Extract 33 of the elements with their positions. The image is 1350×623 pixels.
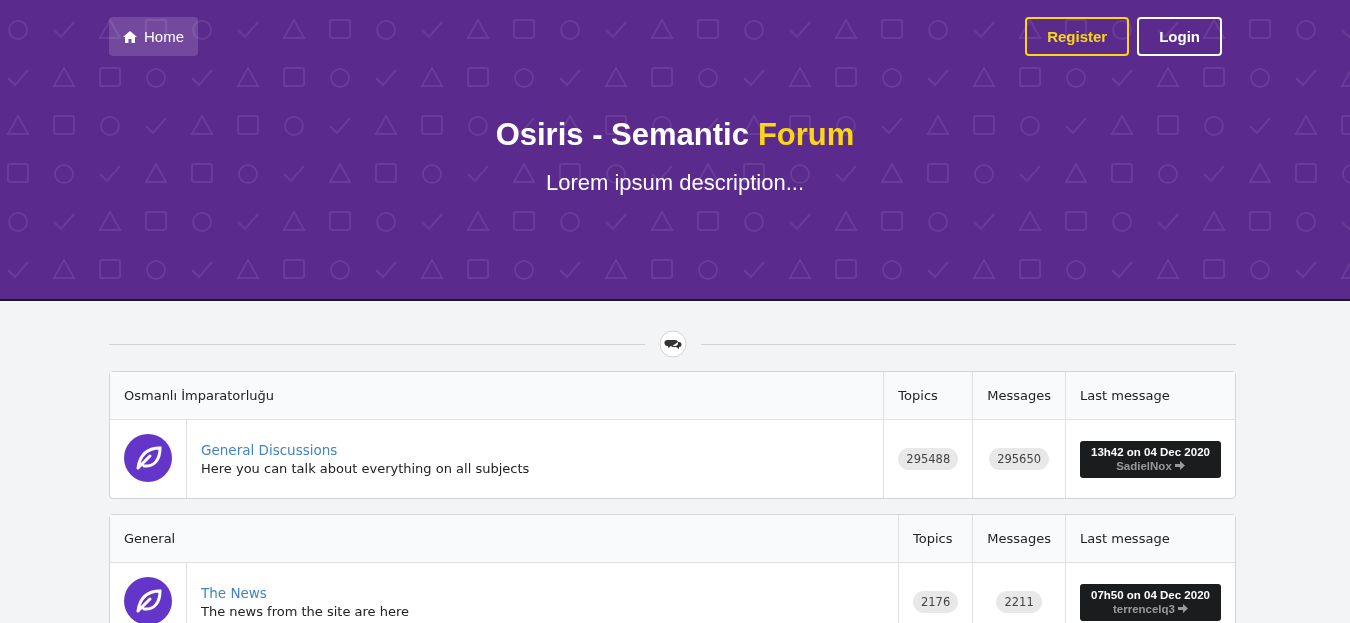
forum-description: Here you can talk about everything on all subjects xyxy=(201,461,531,476)
category-title: General xyxy=(110,515,898,563)
forum-link[interactable]: General Discussions xyxy=(201,442,870,458)
login-button[interactable]: Login xyxy=(1137,17,1222,56)
topics-count: 295488 xyxy=(898,448,959,470)
leaf-icon xyxy=(124,433,172,482)
register-button[interactable]: Register xyxy=(1025,17,1130,56)
messages-count: 2211 xyxy=(996,591,1042,613)
column-header: Messages xyxy=(972,515,1065,563)
site-title-accent: Forum xyxy=(757,117,855,153)
last-message-user: SadielNox xyxy=(1116,459,1172,472)
column-header: Last message xyxy=(1065,372,1235,420)
topics-count: 2176 xyxy=(912,591,959,613)
column-header: Last message xyxy=(1065,515,1235,563)
column-header: Topics xyxy=(897,515,973,563)
chat-icon xyxy=(658,330,687,358)
column-header: Topics xyxy=(883,372,973,420)
site-description: Lorem ipsum description... xyxy=(546,170,804,196)
last-message-card[interactable]: 13h42 on 04 Dec 2020 SadielNox xyxy=(1080,440,1221,478)
home-button[interactable]: Home xyxy=(109,17,198,56)
site-title: Osiris - Semantic xyxy=(495,117,749,153)
messages-count: 295650 xyxy=(989,448,1050,470)
last-message-card[interactable]: 07h50 on 04 Dec 2020 terrencelq3 xyxy=(1080,583,1221,621)
home-icon xyxy=(123,30,137,43)
last-message-user: terrencelq3 xyxy=(1113,602,1175,615)
category-title: Osmanlı İmparatorluğu xyxy=(110,372,884,420)
arrow-icon xyxy=(1178,604,1188,613)
forum-link[interactable]: The News xyxy=(201,585,884,601)
arrow-icon xyxy=(1174,461,1185,470)
last-message-time: 13h42 on 04 Dec 2020 xyxy=(1090,445,1211,458)
last-message-time: 07h50 on 04 Dec 2020 xyxy=(1090,588,1211,601)
forum-description: The news from the site are here xyxy=(201,604,410,619)
column-header: Messages xyxy=(972,372,1065,420)
